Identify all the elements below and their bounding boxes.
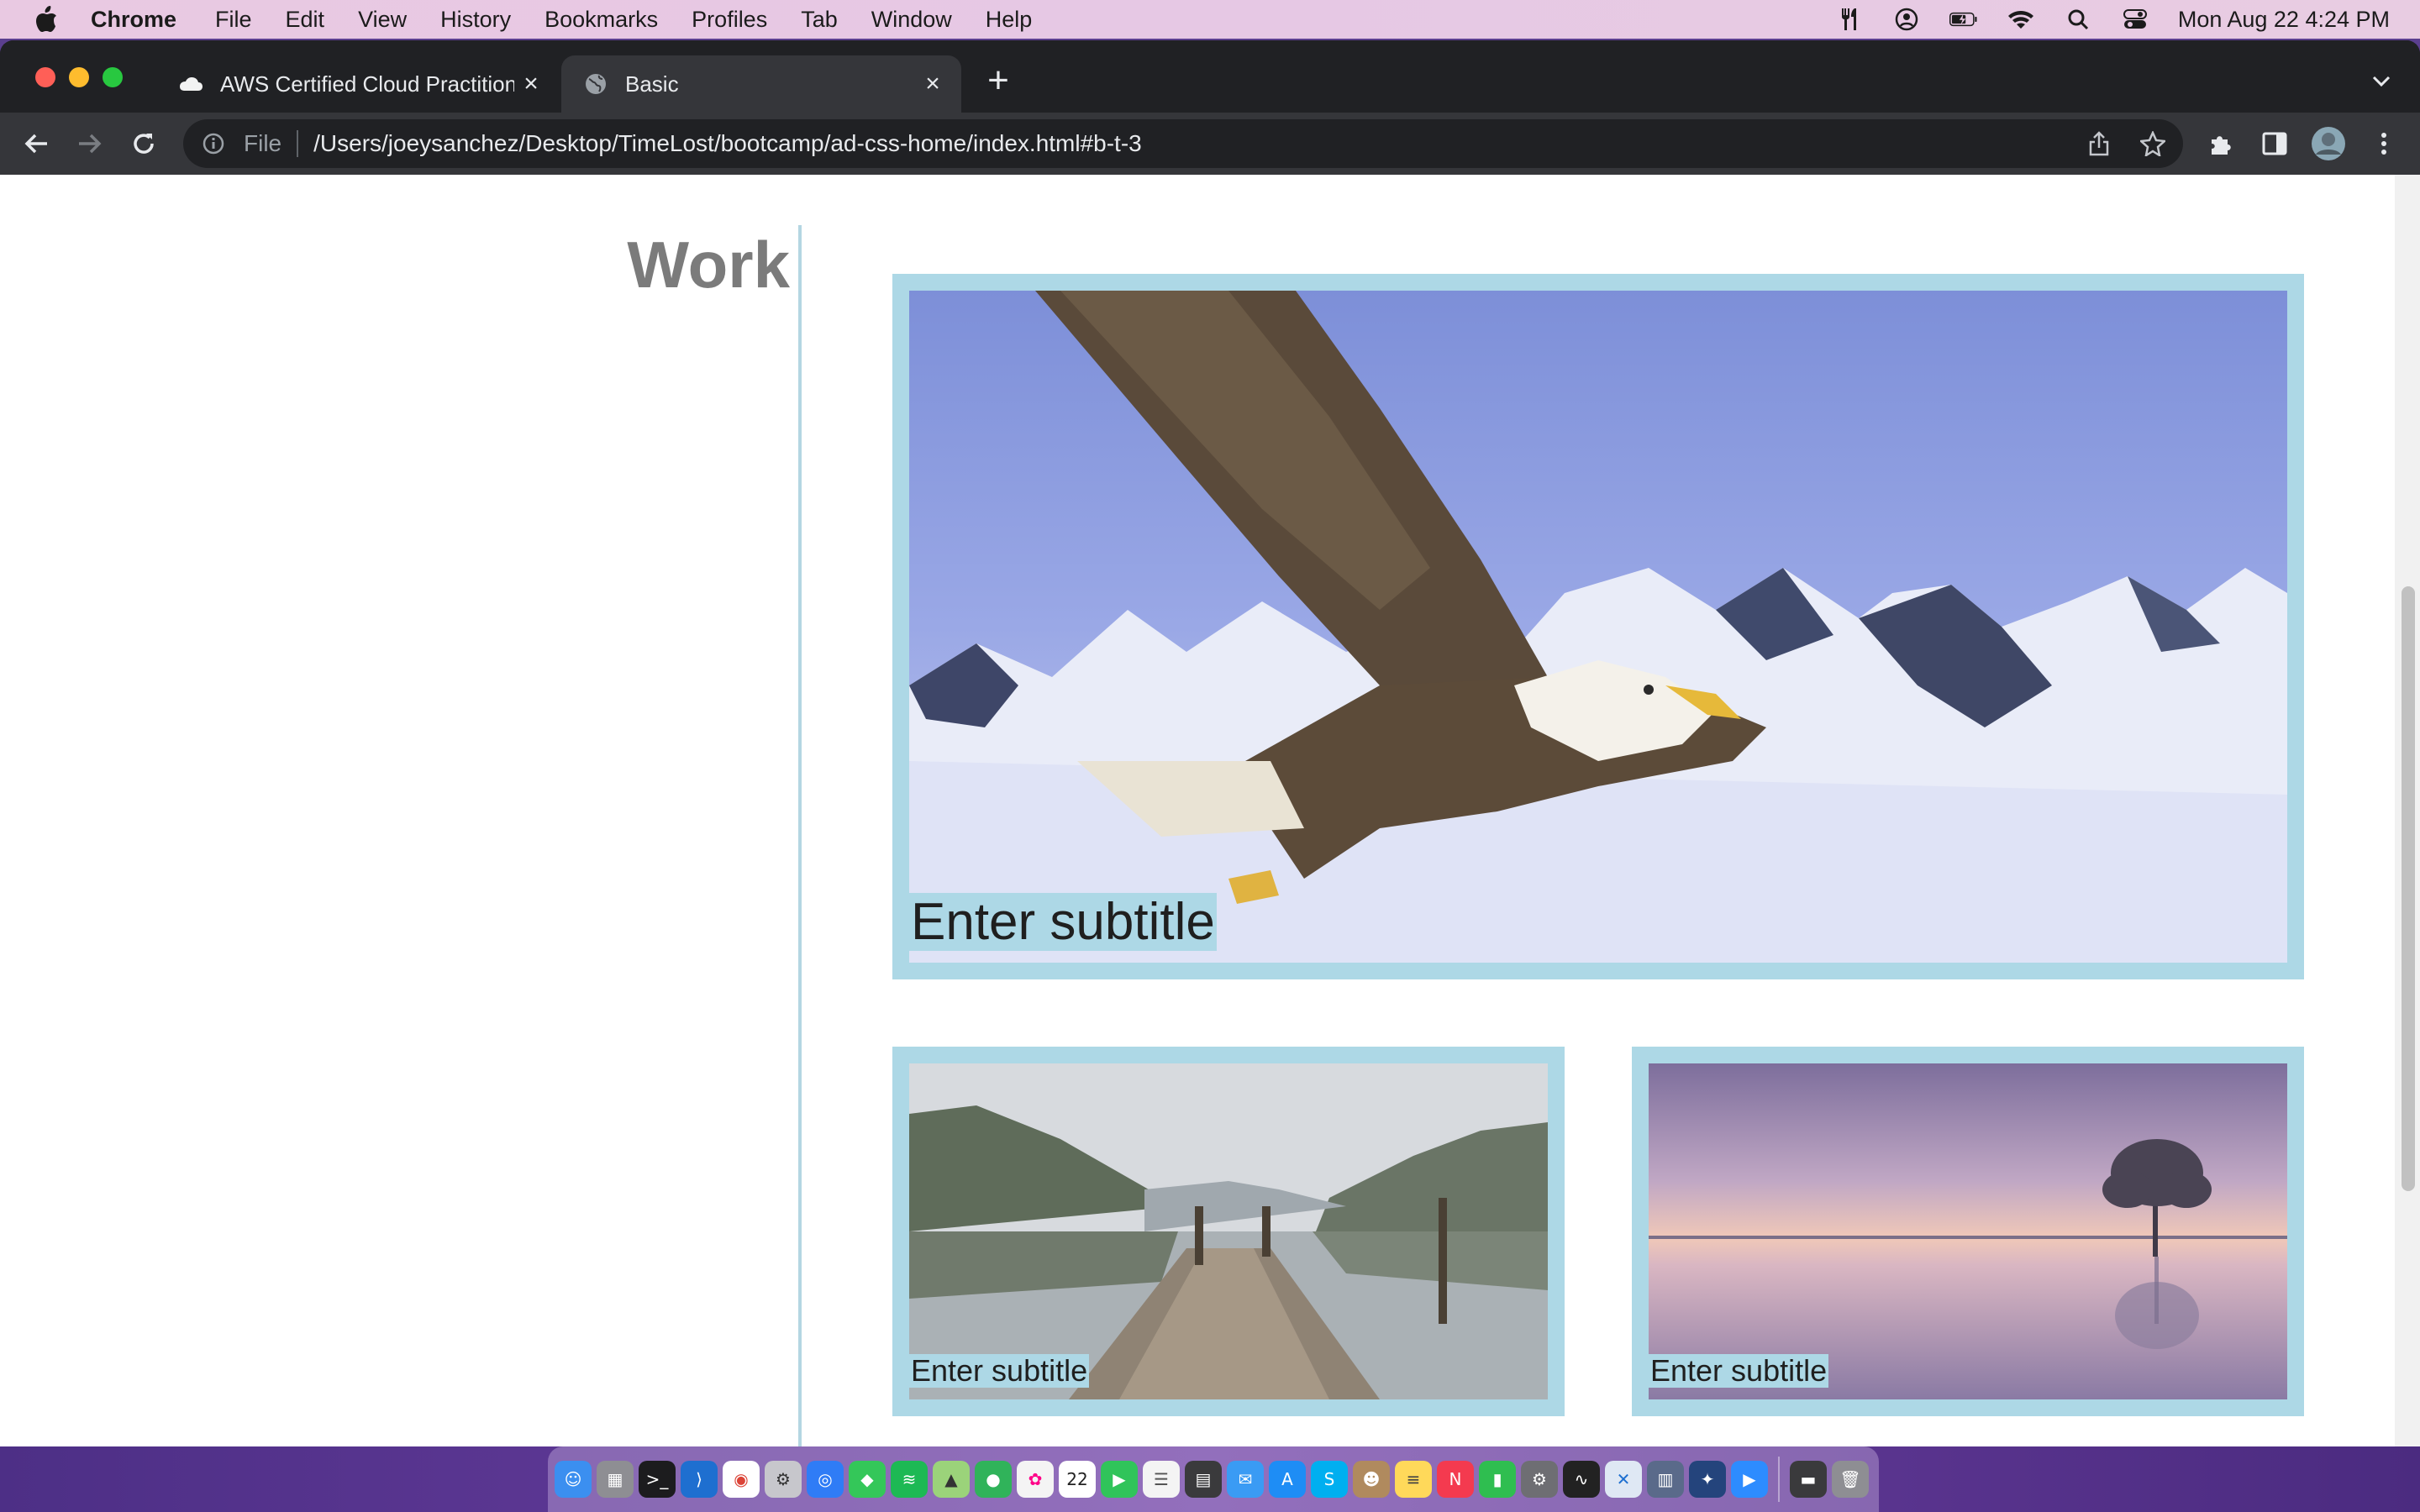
lake-pier-image: Enter subtitle [909, 1063, 1548, 1399]
apple-logo-icon[interactable] [34, 6, 59, 33]
url-text[interactable]: /Users/joeysanchez/Desktop/TimeLost/boot… [313, 130, 1142, 157]
page-viewport: Work Enter subtitle Enter subtitle Enter… [0, 175, 2420, 1446]
news-icon[interactable]: N [1437, 1461, 1474, 1498]
settings-icon[interactable]: ⚙ [765, 1461, 802, 1498]
cloud-icon [178, 71, 203, 97]
finder-icon[interactable]: ☺ [555, 1461, 592, 1498]
forward-arrow-icon[interactable] [72, 126, 108, 161]
facetime-icon[interactable]: ▶ [1101, 1461, 1138, 1498]
menu-bookmarks[interactable]: Bookmarks [544, 7, 658, 33]
find-my-icon[interactable]: ● [975, 1461, 1012, 1498]
card-subtitle[interactable]: Enter subtitle [909, 892, 1217, 951]
scrollbar-track[interactable] [2395, 175, 2420, 1446]
menu-profiles[interactable]: Profiles [692, 7, 767, 33]
calculator-icon[interactable]: ▤ [1185, 1461, 1222, 1498]
system-preferences-icon[interactable]: ⚙ [1521, 1461, 1558, 1498]
control-center-icon[interactable] [2121, 7, 2149, 32]
launchpad-icon[interactable]: ▦ [597, 1461, 634, 1498]
utensils-icon[interactable] [1835, 7, 1864, 32]
tab-title: Basic [625, 71, 679, 97]
menu-tab[interactable]: Tab [801, 7, 838, 33]
address-bar[interactable]: File /Users/joeysanchez/Desktop/TimeLost… [183, 119, 2183, 168]
tab-aws[interactable]: AWS Certified Cloud Practitioner × [156, 55, 560, 113]
bookmark-star-icon[interactable] [2138, 129, 2168, 159]
contacts-icon[interactable]: ☻ [1353, 1461, 1390, 1498]
vscode-icon[interactable]: ⟩ [681, 1461, 718, 1498]
eagle-image: Enter subtitle [909, 291, 2287, 963]
menu-view[interactable]: View [358, 7, 407, 33]
browser-window: AWS Certified Cloud Practitioner × Basic… [0, 40, 2420, 1446]
maximize-window-button[interactable] [103, 67, 123, 87]
tab-basic[interactable]: Basic × [561, 55, 961, 113]
menubar-clock[interactable]: Mon Aug 22 4:24 PM [2178, 7, 2390, 33]
rar-icon[interactable]: ▥ [1647, 1461, 1684, 1498]
numbers-icon[interactable]: ▮ [1479, 1461, 1516, 1498]
address-separator [297, 130, 299, 157]
status-area: Mon Aug 22 4:24 PM [1835, 0, 2390, 39]
safari-icon[interactable]: ◎ [807, 1461, 844, 1498]
minimize-window-button[interactable] [69, 67, 89, 87]
menu-file[interactable]: File [215, 7, 252, 33]
tab-search-chevron-icon[interactable] [2366, 66, 2396, 96]
reminders-icon[interactable]: ☰ [1143, 1461, 1180, 1498]
terminal-icon[interactable]: >_ [639, 1461, 676, 1498]
sunset-tree-image: Enter subtitle [1649, 1063, 2287, 1399]
menu-help[interactable]: Help [986, 7, 1033, 33]
close-tab-icon[interactable]: × [921, 70, 944, 97]
app-store-icon[interactable]: A [1269, 1461, 1306, 1498]
maps-icon[interactable]: ▲ [933, 1461, 970, 1498]
messages-icon[interactable]: ◆ [849, 1461, 886, 1498]
tab-title: AWS Certified Cloud Practitioner [220, 71, 514, 97]
work-card-sunset[interactable]: Enter subtitle [1632, 1047, 2304, 1416]
scrollbar-thumb[interactable] [2402, 586, 2415, 1191]
user-circle-icon[interactable] [1892, 7, 1921, 32]
section-title: Work [627, 228, 790, 302]
zoom-icon[interactable]: ▶ [1731, 1461, 1768, 1498]
work-card-featured[interactable]: Enter subtitle [892, 274, 2304, 979]
menu-app-name[interactable]: Chrome [91, 7, 176, 33]
tableau-icon[interactable]: ✦ [1689, 1461, 1726, 1498]
card-subtitle[interactable]: Enter subtitle [909, 1353, 1090, 1388]
battery-icon[interactable] [1949, 7, 1978, 32]
card-subtitle[interactable]: Enter subtitle [1649, 1353, 1829, 1388]
macos-menu-bar: Chrome File Edit View History Bookmarks … [0, 0, 2420, 39]
more-menu-icon[interactable] [2366, 126, 2402, 161]
new-tab-button[interactable]: + [981, 62, 1015, 99]
menu-window[interactable]: Window [871, 7, 952, 33]
extensions-puzzle-icon[interactable] [2203, 126, 2238, 161]
calendar-icon[interactable]: 22 [1059, 1461, 1096, 1498]
work-card-lake[interactable]: Enter subtitle [892, 1047, 1565, 1416]
menu-history[interactable]: History [440, 7, 511, 33]
notes-icon[interactable]: ≡ [1395, 1461, 1432, 1498]
browser-toolbar: File /Users/joeysanchez/Desktop/TimeLost… [0, 113, 2420, 175]
reload-icon[interactable] [126, 126, 161, 161]
close-tab-icon[interactable]: × [519, 70, 543, 97]
trash-icon[interactable]: 🗑 [1832, 1461, 1869, 1498]
xcode-icon[interactable]: ✕ [1605, 1461, 1642, 1498]
skype-icon[interactable]: S [1311, 1461, 1348, 1498]
menu-edit[interactable]: Edit [286, 7, 325, 33]
spotlight-search-icon[interactable] [2064, 7, 2092, 32]
mail-icon[interactable]: ✉ [1227, 1461, 1264, 1498]
globe-icon [583, 71, 608, 97]
wifi-icon[interactable] [2007, 7, 2035, 32]
side-panel-icon[interactable] [2257, 126, 2292, 161]
info-icon[interactable] [200, 130, 227, 157]
vertical-divider [798, 225, 802, 1446]
url-scheme-label: File [244, 130, 282, 156]
activity-monitor-icon[interactable]: ∿ [1563, 1461, 1600, 1498]
macos-dock: ☺ ▦ >_ ⟩ ◉ ⚙ ◎ ◆ ≋ ▲ ● ✿ 22 ▶ ☰ ▤ ✉ A S … [548, 1446, 1879, 1512]
chrome-icon[interactable]: ◉ [723, 1461, 760, 1498]
profile-avatar[interactable] [2311, 126, 2346, 161]
dock-separator [1778, 1457, 1780, 1502]
tab-strip: AWS Certified Cloud Practitioner × Basic… [0, 40, 2420, 113]
back-arrow-icon[interactable] [18, 126, 54, 161]
share-icon[interactable] [2084, 129, 2114, 159]
downloads-icon[interactable]: ▬ [1790, 1461, 1827, 1498]
spotify-icon[interactable]: ≋ [891, 1461, 928, 1498]
photos-icon[interactable]: ✿ [1017, 1461, 1054, 1498]
close-window-button[interactable] [35, 67, 55, 87]
